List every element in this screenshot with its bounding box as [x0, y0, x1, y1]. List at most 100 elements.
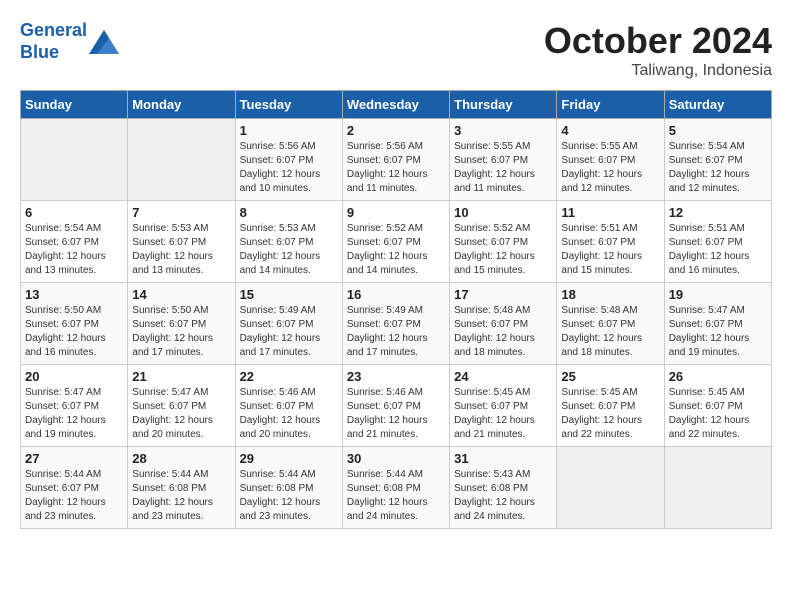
calendar-cell: 15 Sunrise: 5:49 AM Sunset: 6:07 PM Dayli…: [235, 283, 342, 365]
calendar-cell: 20 Sunrise: 5:47 AM Sunset: 6:07 PM Dayli…: [21, 365, 128, 447]
day-info: Sunrise: 5:55 AM Sunset: 6:07 PM Dayligh…: [561, 140, 659, 196]
day-number: 26: [669, 369, 767, 384]
weekday-header-cell: Thursday: [450, 91, 557, 119]
calendar-week-row: 20 Sunrise: 5:47 AM Sunset: 6:07 PM Dayli…: [21, 365, 772, 447]
calendar-cell: 18 Sunrise: 5:48 AM Sunset: 6:07 PM Dayli…: [557, 283, 664, 365]
calendar-cell: 5Sunrise: 5:54 AM Sunset: 6:07 PM Daylig…: [664, 119, 771, 201]
day-info: Sunrise: 5:56 AM Sunset: 6:07 PM Dayligh…: [240, 140, 338, 196]
calendar-week-row: 13 Sunrise: 5:50 AM Sunset: 6:07 PM Dayli…: [21, 283, 772, 365]
logo-icon: [89, 30, 119, 54]
month-title: October 2024: [544, 20, 772, 62]
day-info: Sunrise: 5:43 AM Sunset: 6:08 PM Dayligh…: [454, 468, 552, 524]
calendar-cell: 4 Sunrise: 5:55 AM Sunset: 6:07 PM Daylig…: [557, 119, 664, 201]
calendar-cell: 27 Sunrise: 5:44 AM Sunset: 6:07 PM Dayli…: [21, 447, 128, 529]
logo-text: GeneralBlue: [20, 20, 87, 63]
day-info: Sunrise: 5:56 AM Sunset: 6:07 PM Dayligh…: [347, 140, 445, 196]
calendar-cell: [21, 119, 128, 201]
day-number: 29: [240, 451, 338, 466]
day-number: 13: [25, 287, 123, 302]
weekday-header-cell: Sunday: [21, 91, 128, 119]
calendar-cell: 30Sunrise: 5:44 AM Sunset: 6:08 PM Dayli…: [342, 447, 449, 529]
calendar-cell: [557, 447, 664, 529]
day-info: Sunrise: 5:52 AM Sunset: 6:07 PM Dayligh…: [454, 222, 552, 278]
day-info: Sunrise: 5:45 AM Sunset: 6:07 PM Dayligh…: [669, 386, 767, 442]
day-number: 20: [25, 369, 123, 384]
day-info: Sunrise: 5:45 AM Sunset: 6:07 PM Dayligh…: [561, 386, 659, 442]
page-header: GeneralBlue October 2024 Taliwang, Indon…: [20, 20, 772, 80]
day-info: Sunrise: 5:44 AM Sunset: 6:07 PM Dayligh…: [25, 468, 123, 524]
day-number: 24: [454, 369, 552, 384]
day-info: Sunrise: 5:48 AM Sunset: 6:07 PM Dayligh…: [561, 304, 659, 360]
day-info: Sunrise: 5:45 AM Sunset: 6:07 PM Dayligh…: [454, 386, 552, 442]
calendar-week-row: 1Sunrise: 5:56 AM Sunset: 6:07 PM Daylig…: [21, 119, 772, 201]
title-block: October 2024 Taliwang, Indonesia: [544, 20, 772, 80]
calendar-cell: 7Sunrise: 5:53 AM Sunset: 6:07 PM Daylig…: [128, 201, 235, 283]
day-number: 4: [561, 123, 659, 138]
day-info: Sunrise: 5:44 AM Sunset: 6:08 PM Dayligh…: [132, 468, 230, 524]
calendar-cell: 19Sunrise: 5:47 AM Sunset: 6:07 PM Dayli…: [664, 283, 771, 365]
day-number: 31: [454, 451, 552, 466]
weekday-header-row: SundayMondayTuesdayWednesdayThursdayFrid…: [21, 91, 772, 119]
day-info: Sunrise: 5:44 AM Sunset: 6:08 PM Dayligh…: [240, 468, 338, 524]
calendar-cell: [128, 119, 235, 201]
calendar-cell: [664, 447, 771, 529]
day-number: 17: [454, 287, 552, 302]
calendar-cell: 8Sunrise: 5:53 AM Sunset: 6:07 PM Daylig…: [235, 201, 342, 283]
calendar-cell: 31 Sunrise: 5:43 AM Sunset: 6:08 PM Dayli…: [450, 447, 557, 529]
day-info: Sunrise: 5:50 AM Sunset: 6:07 PM Dayligh…: [25, 304, 123, 360]
day-number: 22: [240, 369, 338, 384]
day-number: 16: [347, 287, 445, 302]
calendar-cell: 26 Sunrise: 5:45 AM Sunset: 6:07 PM Dayli…: [664, 365, 771, 447]
calendar-cell: 1Sunrise: 5:56 AM Sunset: 6:07 PM Daylig…: [235, 119, 342, 201]
calendar-body: 1Sunrise: 5:56 AM Sunset: 6:07 PM Daylig…: [21, 119, 772, 529]
day-info: Sunrise: 5:46 AM Sunset: 6:07 PM Dayligh…: [347, 386, 445, 442]
day-number: 23: [347, 369, 445, 384]
weekday-header-cell: Wednesday: [342, 91, 449, 119]
day-info: Sunrise: 5:47 AM Sunset: 6:07 PM Dayligh…: [25, 386, 123, 442]
day-number: 12: [669, 205, 767, 220]
day-number: 30: [347, 451, 445, 466]
day-number: 14: [132, 287, 230, 302]
calendar-cell: 11Sunrise: 5:51 AM Sunset: 6:07 PM Dayli…: [557, 201, 664, 283]
calendar-cell: 14 Sunrise: 5:50 AM Sunset: 6:07 PM Dayli…: [128, 283, 235, 365]
day-info: Sunrise: 5:50 AM Sunset: 6:07 PM Dayligh…: [132, 304, 230, 360]
calendar-cell: 10 Sunrise: 5:52 AM Sunset: 6:07 PM Dayli…: [450, 201, 557, 283]
day-number: 8: [240, 205, 338, 220]
calendar-cell: 21Sunrise: 5:47 AM Sunset: 6:07 PM Dayli…: [128, 365, 235, 447]
day-number: 9: [347, 205, 445, 220]
calendar-week-row: 27 Sunrise: 5:44 AM Sunset: 6:07 PM Dayli…: [21, 447, 772, 529]
day-number: 11: [561, 205, 659, 220]
day-info: Sunrise: 5:47 AM Sunset: 6:07 PM Dayligh…: [669, 304, 767, 360]
calendar-cell: 22 Sunrise: 5:46 AM Sunset: 6:07 PM Dayli…: [235, 365, 342, 447]
weekday-header-cell: Tuesday: [235, 91, 342, 119]
day-info: Sunrise: 5:46 AM Sunset: 6:07 PM Dayligh…: [240, 386, 338, 442]
calendar-table: SundayMondayTuesdayWednesdayThursdayFrid…: [20, 90, 772, 529]
day-info: Sunrise: 5:52 AM Sunset: 6:07 PM Dayligh…: [347, 222, 445, 278]
calendar-cell: 6Sunrise: 5:54 AM Sunset: 6:07 PM Daylig…: [21, 201, 128, 283]
logo: GeneralBlue: [20, 20, 119, 63]
day-number: 18: [561, 287, 659, 302]
location-subtitle: Taliwang, Indonesia: [544, 62, 772, 80]
day-info: Sunrise: 5:48 AM Sunset: 6:07 PM Dayligh…: [454, 304, 552, 360]
day-number: 21: [132, 369, 230, 384]
day-number: 7: [132, 205, 230, 220]
day-info: Sunrise: 5:54 AM Sunset: 6:07 PM Dayligh…: [25, 222, 123, 278]
weekday-header-cell: Monday: [128, 91, 235, 119]
day-info: Sunrise: 5:54 AM Sunset: 6:07 PM Dayligh…: [669, 140, 767, 196]
day-info: Sunrise: 5:55 AM Sunset: 6:07 PM Dayligh…: [454, 140, 552, 196]
calendar-cell: 9 Sunrise: 5:52 AM Sunset: 6:07 PM Daylig…: [342, 201, 449, 283]
day-info: Sunrise: 5:49 AM Sunset: 6:07 PM Dayligh…: [240, 304, 338, 360]
weekday-header-cell: Saturday: [664, 91, 771, 119]
day-number: 10: [454, 205, 552, 220]
day-number: 3: [454, 123, 552, 138]
day-number: 15: [240, 287, 338, 302]
day-number: 2: [347, 123, 445, 138]
day-info: Sunrise: 5:51 AM Sunset: 6:07 PM Dayligh…: [669, 222, 767, 278]
calendar-cell: 3 Sunrise: 5:55 AM Sunset: 6:07 PM Daylig…: [450, 119, 557, 201]
calendar-cell: 24 Sunrise: 5:45 AM Sunset: 6:07 PM Dayli…: [450, 365, 557, 447]
day-number: 27: [25, 451, 123, 466]
calendar-cell: 12 Sunrise: 5:51 AM Sunset: 6:07 PM Dayli…: [664, 201, 771, 283]
day-number: 25: [561, 369, 659, 384]
weekday-header-cell: Friday: [557, 91, 664, 119]
calendar-cell: 13 Sunrise: 5:50 AM Sunset: 6:07 PM Dayli…: [21, 283, 128, 365]
